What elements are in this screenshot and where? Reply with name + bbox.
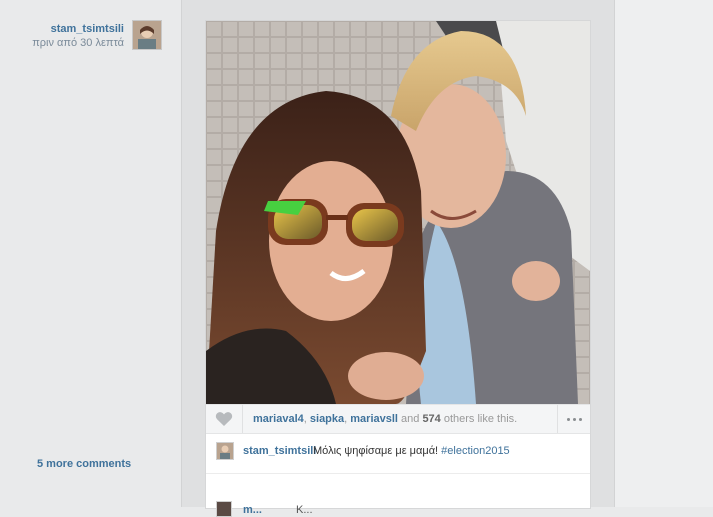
like-button[interactable] — [206, 405, 243, 433]
caption-username-link[interactable]: stam_tsimtsili — [243, 445, 316, 457]
caption-text: Μόλις ψηφίσαμε με μαμά! #election2015 — [313, 445, 510, 457]
ellipsis-icon — [565, 417, 583, 421]
likes-count[interactable]: 574 — [422, 413, 440, 425]
avatar-image — [133, 21, 161, 49]
page-background-left — [0, 0, 181, 507]
caption-avatar[interactable] — [216, 442, 234, 460]
likes-bar: mariaval4, siapka, mariavsll and 574 oth… — [206, 404, 590, 434]
likes-summary: mariaval4, siapka, mariavsll and 574 oth… — [253, 413, 518, 425]
comment-row: m... Κ... — [216, 501, 576, 517]
more-comments-link[interactable]: 5 more comments — [37, 458, 131, 470]
post-timestamp: πριν από 30 λεπτά — [32, 37, 124, 49]
liker-link[interactable]: siapka — [310, 413, 344, 425]
caption-row: stam_tsimtsili Μόλις ψηφίσαμε με μαμά! #… — [206, 434, 590, 474]
liker-link[interactable]: mariaval4 — [253, 413, 304, 425]
post-author: stam_tsimtsili πριν από 30 λεπτά — [0, 20, 163, 54]
post-photo[interactable] — [206, 21, 590, 404]
avatar-image — [217, 443, 233, 459]
commenter-username[interactable]: m... — [243, 504, 262, 516]
hashtag-link[interactable]: #election2015 — [441, 445, 510, 457]
photo-card: mariaval4, siapka, mariavsll and 574 oth… — [206, 21, 590, 508]
heart-icon — [215, 412, 233, 426]
liker-link[interactable]: mariavsll — [350, 413, 398, 425]
more-options-button[interactable] — [557, 405, 590, 433]
comment-text: Κ... — [296, 504, 313, 516]
page-background-right — [615, 0, 713, 507]
author-avatar[interactable] — [132, 20, 162, 50]
commenter-avatar[interactable] — [216, 501, 232, 517]
author-username-link[interactable]: stam_tsimtsili — [51, 23, 124, 35]
selfie-image — [206, 21, 590, 404]
